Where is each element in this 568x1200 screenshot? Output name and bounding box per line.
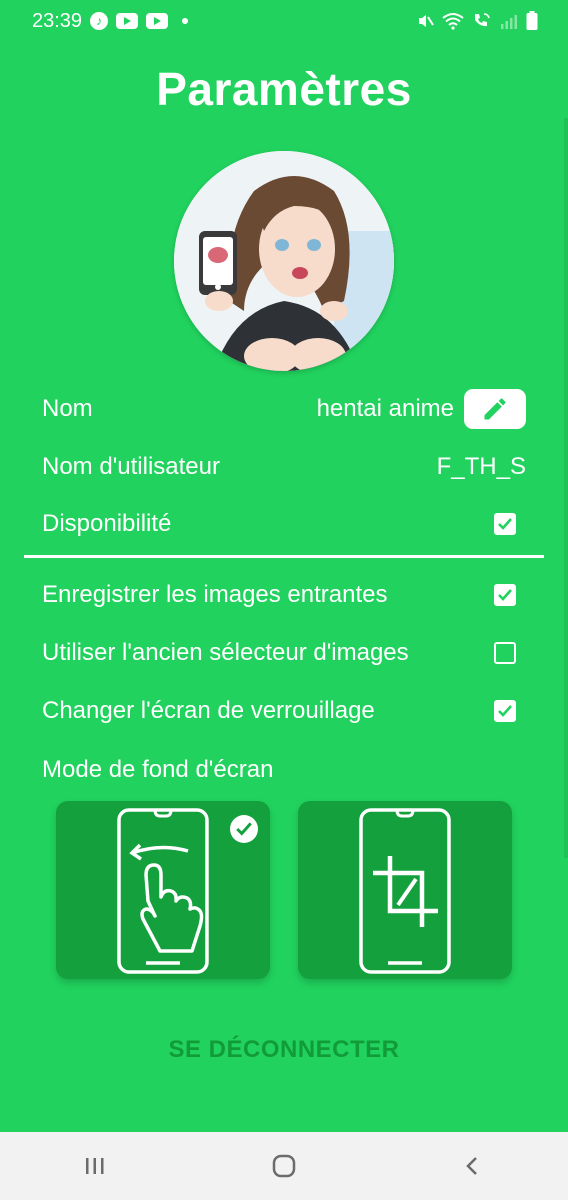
- availability-label: Disponibilité: [42, 510, 172, 537]
- setting-label: Utiliser l'ancien sélecteur d'images: [42, 639, 409, 666]
- save-images-checkbox[interactable]: [494, 584, 516, 606]
- wallpaper-mode-label: Mode de fond d'écran: [42, 756, 274, 783]
- wallpaper-mode-scroll-card[interactable]: [56, 801, 270, 979]
- status-left: 23:39 ♪: [32, 9, 189, 33]
- crop-icon: [359, 808, 451, 974]
- setting-label: Enregistrer les images entrantes: [42, 581, 388, 608]
- setting-save-images-row[interactable]: Enregistrer les images entrantes: [42, 575, 526, 615]
- username-label: Nom d'utilisateur: [42, 453, 220, 480]
- dot-icon: [182, 18, 189, 24]
- home-icon: [272, 1154, 296, 1178]
- mute-icon: [419, 15, 434, 27]
- page-title: Paramètres: [156, 63, 412, 115]
- battery-icon: [526, 11, 538, 30]
- youtube-icon: [146, 13, 169, 29]
- setting-label: Changer l'écran de verrouillage: [42, 697, 375, 724]
- name-value: hentai anime: [316, 395, 454, 422]
- lockscreen-checkbox[interactable]: [494, 700, 516, 722]
- selected-check-icon: [230, 815, 258, 843]
- wallpaper-mode-crop-card[interactable]: [298, 801, 512, 979]
- signal-icon: [501, 15, 517, 29]
- back-icon: [466, 1157, 478, 1175]
- username-row: Nom d'utilisateur F_TH_S: [42, 447, 526, 487]
- logout-button[interactable]: SE DÉCONNECTER: [0, 1036, 568, 1064]
- status-right: [416, 11, 538, 31]
- status-bar: 23:39 ♪: [0, 0, 568, 42]
- avatar-illustration: [174, 151, 394, 371]
- wallpaper-mode-row: Mode de fond d'écran: [42, 750, 526, 790]
- check-icon: [498, 705, 512, 717]
- name-label: Nom: [42, 395, 93, 422]
- setting-old-picker-row[interactable]: Utiliser l'ancien sélecteur d'images: [42, 633, 526, 673]
- name-value-group: hentai anime: [317, 389, 526, 429]
- back-button[interactable]: [433, 1141, 513, 1191]
- check-icon: [498, 589, 512, 601]
- profile-avatar[interactable]: [174, 151, 394, 371]
- pencil-icon: [484, 398, 506, 420]
- setting-lockscreen-row[interactable]: Changer l'écran de verrouillage: [42, 691, 526, 731]
- navigation-bar: [0, 1132, 568, 1200]
- scrollbar[interactable]: [564, 118, 568, 858]
- check-icon: [498, 518, 512, 530]
- section-divider: [24, 555, 544, 558]
- edit-name-button[interactable]: [464, 389, 526, 429]
- recents-button[interactable]: [55, 1141, 135, 1191]
- recents-icon: [85, 1158, 104, 1174]
- availability-checkbox[interactable]: [494, 513, 516, 535]
- availability-row[interactable]: Disponibilité: [42, 504, 526, 544]
- youtube-icon: [116, 13, 139, 29]
- username-value: F_TH_S: [436, 453, 526, 480]
- wifi-icon: [442, 13, 464, 30]
- wifi-call-icon: [475, 13, 490, 27]
- name-row: Nom hentai anime: [42, 389, 526, 429]
- old-picker-checkbox[interactable]: [494, 642, 516, 664]
- music-icon: ♪: [90, 12, 109, 30]
- status-time: 23:39: [32, 9, 83, 32]
- home-button[interactable]: [244, 1141, 324, 1191]
- check-icon: [236, 822, 252, 836]
